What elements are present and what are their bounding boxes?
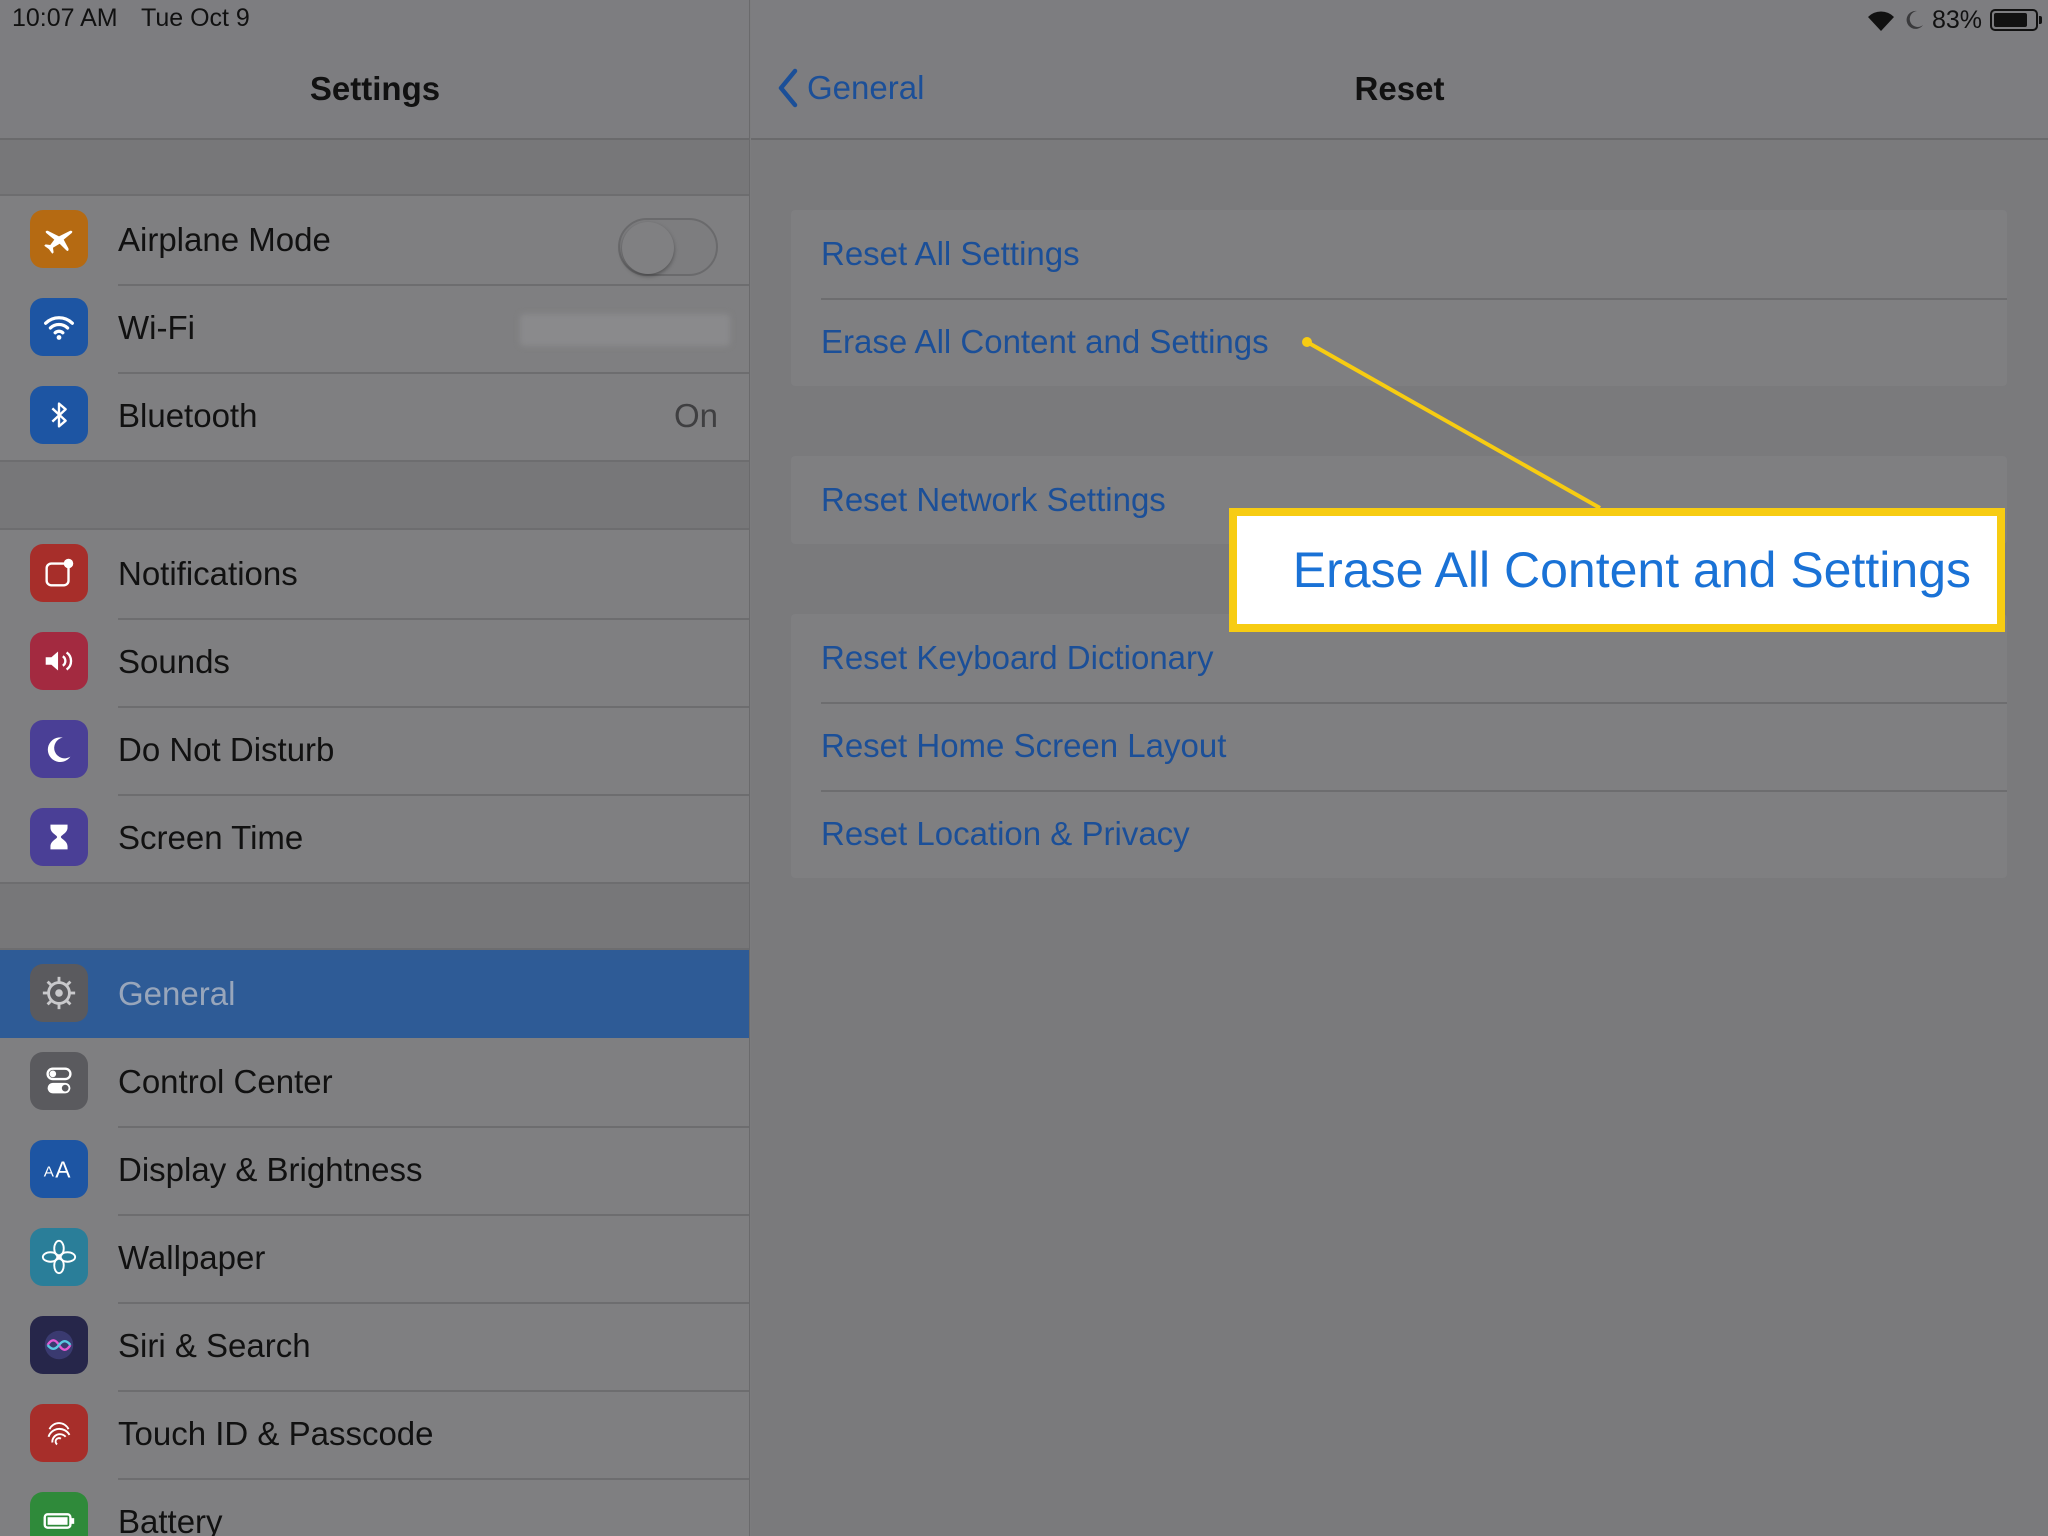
sidebar-item-notifications[interactable]: Notifications [0,530,749,618]
bluetooth-status-value: On [673,397,718,434]
reset-option-label: Reset Network Settings [821,481,1166,518]
reset-option-label: Reset All Settings [821,235,1080,272]
sidebar-item-general[interactable]: General [0,950,749,1038]
battery-level-fill [1994,13,2028,27]
moon-icon [30,720,88,778]
callout-text: Erase All Content and Settings [1292,542,1971,598]
hourglass-icon [30,808,88,866]
callout-highlight-box: Erase All Content and Settings [1229,508,2005,632]
sidebar-item-label: Siri & Search [118,1327,311,1364]
sidebar-group-connectivity: Airplane Mode Wi-Fi Bluetooth On [0,194,749,462]
fingerprint-icon [30,1404,88,1462]
moon-icon [1906,10,1923,29]
sidebar-group-general: General Control Center AA Display & Brig… [0,948,749,1536]
sidebar-item-touch-id-passcode[interactable]: Touch ID & Passcode [0,1390,749,1478]
erase-all-content-button[interactable]: Erase All Content and Settings [791,298,2007,386]
gear-icon [30,964,88,1022]
sidebar-item-bluetooth[interactable]: Bluetooth On [0,372,749,460]
status-indicators: 83% [1866,4,2042,36]
reset-home-screen-layout-button[interactable]: Reset Home Screen Layout [791,702,2007,790]
sidebar-title: Settings [309,70,441,107]
airplane-mode-toggle[interactable] [618,218,718,276]
reset-option-label: Erase All Content and Settings [821,323,1269,360]
battery-icon [30,1492,88,1536]
page-title: Reset [1354,70,1445,107]
sidebar-item-label: Bluetooth [118,397,258,434]
battery-icon [1990,9,2042,31]
text-size-icon: AA [30,1140,88,1198]
reset-option-label: Reset Location & Privacy [821,815,1190,852]
siri-icon [30,1316,88,1374]
reset-location-privacy-button[interactable]: Reset Location & Privacy [791,790,2007,878]
sidebar-item-screen-time[interactable]: Screen Time [0,794,749,882]
reset-section-3: Reset Keyboard Dictionary Reset Home Scr… [791,614,2007,878]
sidebar-item-label: General [118,975,236,1012]
svg-text:A: A [44,1164,55,1181]
sidebar-item-do-not-disturb[interactable]: Do Not Disturb [0,706,749,794]
wifi-network-value-blurred [520,314,730,346]
sidebar-item-label: Battery [118,1503,223,1536]
status-time: 10:07 AM [12,4,118,32]
wifi-icon [1867,11,1894,31]
settings-sidebar: Settings Airplane Mode Wi-Fi Bluetooth O… [0,0,750,1536]
reset-detail-pane: General Reset Reset All Settings Erase A… [751,0,2048,1536]
reset-option-label: Reset Home Screen Layout [821,727,1227,764]
sidebar-item-label: Touch ID & Passcode [118,1415,434,1452]
sidebar-item-wallpaper[interactable]: Wallpaper [0,1214,749,1302]
sidebar-item-label: Do Not Disturb [118,731,335,768]
sidebar-item-label: Airplane Mode [118,221,331,258]
sidebar-item-sounds[interactable]: Sounds [0,618,749,706]
reset-section-1: Reset All Settings Erase All Content and… [791,210,2007,386]
status-date: Tue Oct 9 [141,4,250,32]
switches-icon [30,1052,88,1110]
sidebar-item-label: Notifications [118,555,298,592]
status-bar: 10:07 AM Tue Oct 9 83% [0,0,2048,40]
reset-all-settings-button[interactable]: Reset All Settings [791,210,2007,298]
sidebar-item-label: Wi-Fi [118,309,195,346]
sidebar-item-siri-search[interactable]: Siri & Search [0,1302,749,1390]
sidebar-item-label: Control Center [118,1063,333,1100]
sidebar-item-label: Screen Time [118,819,304,856]
wifi-icon [30,298,88,356]
sidebar-item-label: Display & Brightness [118,1151,423,1188]
svg-text:A: A [55,1157,71,1183]
bluetooth-icon [30,386,88,444]
sidebar-item-airplane-mode[interactable]: Airplane Mode [0,196,749,284]
toggle-knob [622,222,674,274]
sidebar-group-notifications: Notifications Sounds Do Not Disturb Scre… [0,528,749,884]
sidebar-item-label: Sounds [118,643,230,680]
notifications-icon [30,544,88,602]
speaker-icon [30,632,88,690]
sidebar-item-battery[interactable]: Battery [0,1478,749,1536]
airplane-icon [30,210,88,268]
reset-option-label: Reset Keyboard Dictionary [821,639,1214,676]
sidebar-item-control-center[interactable]: Control Center [0,1038,749,1126]
sidebar-item-wifi[interactable]: Wi-Fi [0,284,749,372]
flower-icon [30,1228,88,1286]
battery-percent: 83% [1931,5,1982,34]
sidebar-item-display-brightness[interactable]: AA Display & Brightness [0,1126,749,1214]
sidebar-item-label: Wallpaper [118,1239,266,1276]
